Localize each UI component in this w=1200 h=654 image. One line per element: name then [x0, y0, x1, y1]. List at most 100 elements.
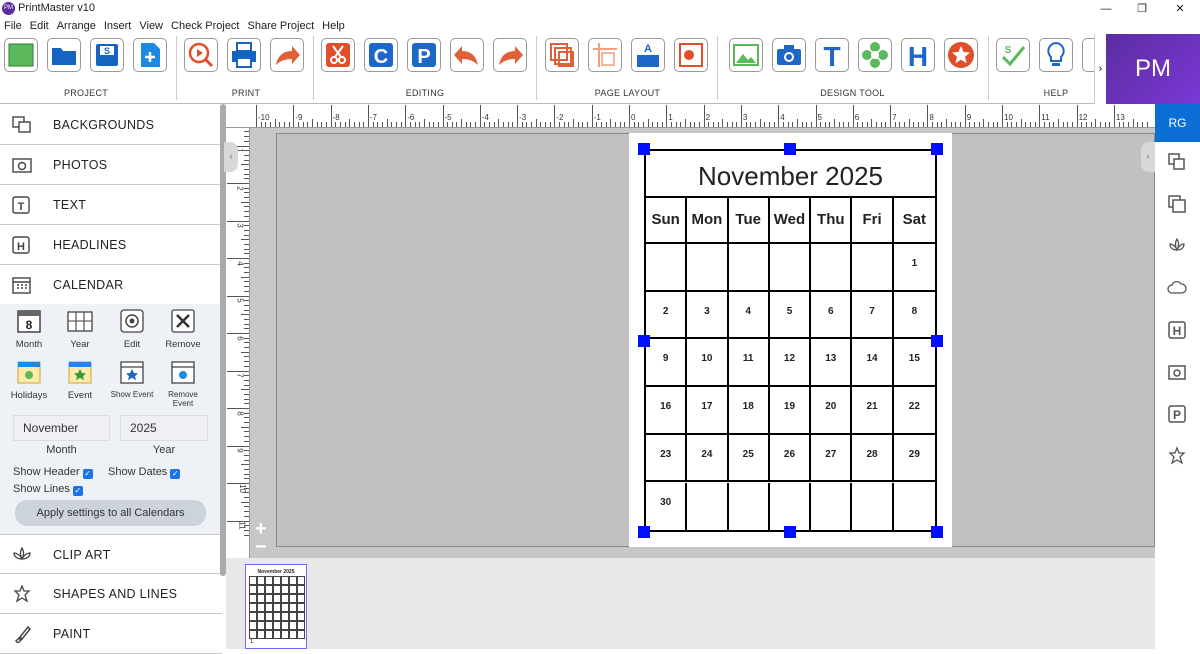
headline-icon[interactable]: H [1167, 320, 1187, 340]
year-field[interactable]: 2025 [120, 415, 208, 441]
page-thumbnail[interactable]: November 2025 1 [245, 564, 307, 649]
spell-check-button[interactable]: S [996, 38, 1030, 72]
calendar-event-tool[interactable]: Event [55, 359, 105, 401]
calendar-month-tool[interactable]: 8 Month [4, 308, 54, 350]
copy-button[interactable]: C [364, 38, 398, 72]
menu-file[interactable]: File [0, 18, 26, 34]
open-project-button[interactable] [47, 38, 81, 72]
calendar-day-cell[interactable]: 8 [893, 292, 935, 340]
clip-art-button[interactable] [858, 38, 892, 72]
zoom-out-button[interactable]: − [255, 536, 267, 559]
calendar-day-cell[interactable]: 15 [893, 339, 935, 388]
calendar-day-cell[interactable]: 27 [811, 434, 853, 483]
calendar-day-cell[interactable]: 11 [728, 339, 770, 388]
show-header-checkbox[interactable]: Show Header ✓ [13, 466, 93, 479]
close-button[interactable]: ✕ [1160, 0, 1200, 18]
calendar-day-cell[interactable] [687, 482, 729, 531]
calendar-day-cell[interactable]: 2 [646, 291, 688, 340]
calendar-day-cell[interactable]: 4 [728, 291, 770, 340]
calendar-day-cell[interactable]: 18 [728, 387, 770, 435]
month-field[interactable]: November [13, 415, 110, 441]
calendar-day-cell[interactable] [770, 482, 812, 531]
resize-handle-bottom-right[interactable] [931, 526, 943, 538]
add-page-button[interactable] [133, 38, 167, 72]
calendar-day-cell[interactable] [852, 244, 894, 292]
calendar-year-tool[interactable]: Year [55, 308, 105, 350]
new-project-button[interactable] [4, 38, 38, 72]
maximize-button[interactable]: ❐ [1122, 0, 1162, 18]
sidebar-item-text[interactable]: T TEXT [0, 185, 222, 225]
calendar-day-cell[interactable] [687, 244, 729, 292]
calendar-day-cell[interactable]: 5 [769, 291, 812, 340]
menu-share-project[interactable]: Share Project [244, 18, 319, 34]
sidebar-item-calendar[interactable]: CALENDAR [0, 265, 222, 305]
calendar-day-cell[interactable] [811, 482, 853, 531]
resize-handle-top[interactable] [784, 143, 796, 155]
calendar-day-cell[interactable]: 23 [646, 434, 688, 483]
headline-button[interactable]: H [901, 38, 935, 72]
layers-icon[interactable] [1167, 194, 1187, 214]
minimize-button[interactable]: — [1086, 0, 1126, 18]
guides-button[interactable] [588, 38, 622, 72]
sidebar-item-backgrounds[interactable]: BACKGROUNDS [0, 105, 222, 145]
calendar-day-cell[interactable]: 26 [769, 434, 812, 483]
menu-help[interactable]: Help [318, 18, 349, 34]
calendar-day-cell[interactable]: 28 [852, 434, 894, 483]
layers-button[interactable] [545, 38, 579, 72]
photo-icon[interactable] [1167, 362, 1187, 382]
calendar-day-cell[interactable]: 29 [893, 435, 935, 483]
menu-insert[interactable]: Insert [100, 18, 136, 34]
show-dates-checkbox[interactable]: Show Dates ✓ [108, 466, 181, 479]
calendar-day-cell[interactable] [769, 244, 812, 292]
save-project-button[interactable]: S [90, 38, 124, 72]
calendar-day-cell[interactable]: 12 [769, 339, 812, 388]
cloud-icon[interactable] [1167, 278, 1187, 298]
apply-all-calendars-button[interactable]: Apply settings to all Calendars [15, 500, 206, 526]
calendar-day-cell[interactable]: 7 [852, 291, 894, 340]
menu-check-project[interactable]: Check Project [167, 18, 243, 34]
text-button[interactable]: T [815, 38, 849, 72]
camera-button[interactable] [772, 38, 806, 72]
calendar-holidays-tool[interactable]: Holidays [4, 359, 54, 401]
ribbon-scroll-button[interactable]: › [1094, 34, 1106, 104]
menu-view[interactable]: View [135, 18, 167, 34]
calendar-show-event-tool[interactable]: Show Event [107, 359, 157, 399]
redo-button[interactable] [493, 38, 527, 72]
calendar-day-cell[interactable]: 3 [687, 291, 729, 340]
insert-photo-button[interactable] [729, 38, 763, 72]
share-project-button[interactable] [270, 38, 304, 72]
page-background-button[interactable] [674, 38, 708, 72]
calendar-day-cell[interactable]: 22 [893, 387, 935, 435]
collapse-right-panel-icon[interactable]: ‹ [1141, 142, 1155, 172]
menu-arrange[interactable]: Arrange [53, 18, 100, 34]
tips-button[interactable] [1039, 38, 1073, 72]
calendar-day-cell[interactable] [852, 482, 894, 531]
calendar-day-cell[interactable]: 1 [893, 244, 935, 292]
calendar-day-cell[interactable]: 19 [769, 387, 812, 435]
resize-handle-top-left[interactable] [638, 143, 650, 155]
calendar-day-cell[interactable]: 9 [646, 339, 688, 388]
calendar-edit-tool[interactable]: Edit [107, 308, 157, 350]
calendar-day-cell[interactable]: 21 [852, 387, 894, 435]
align-button[interactable]: A [631, 38, 665, 72]
calendar-day-cell[interactable]: 14 [852, 339, 894, 388]
calendar-day-cell[interactable]: 17 [687, 387, 729, 435]
resize-handle-top-right[interactable] [931, 143, 943, 155]
sidebar-item-headlines[interactable]: H HEADLINES [0, 225, 222, 265]
favorites-button[interactable] [944, 38, 978, 72]
calendar-day-cell[interactable] [728, 244, 770, 292]
calendar-day-cell[interactable]: 16 [646, 387, 688, 435]
menu-edit[interactable]: Edit [26, 18, 53, 34]
calendar-day-cell[interactable]: 13 [811, 339, 853, 388]
calendar-day-cell[interactable]: 30 [646, 482, 688, 531]
paste-icon[interactable]: P [1167, 404, 1187, 424]
resize-handle-bottom-left[interactable] [638, 526, 650, 538]
print-button[interactable] [227, 38, 261, 72]
show-lines-checkbox[interactable]: Show Lines ✓ [13, 483, 83, 496]
calendar-day-cell[interactable] [894, 483, 935, 531]
calendar-day-cell[interactable] [811, 244, 853, 292]
sidebar-item-paint[interactable]: PAINT [0, 614, 222, 654]
calendar-remove-tool[interactable]: Remove [158, 308, 208, 350]
resize-handle-right[interactable] [931, 335, 943, 347]
calendar-day-cell[interactable]: 25 [728, 434, 770, 483]
